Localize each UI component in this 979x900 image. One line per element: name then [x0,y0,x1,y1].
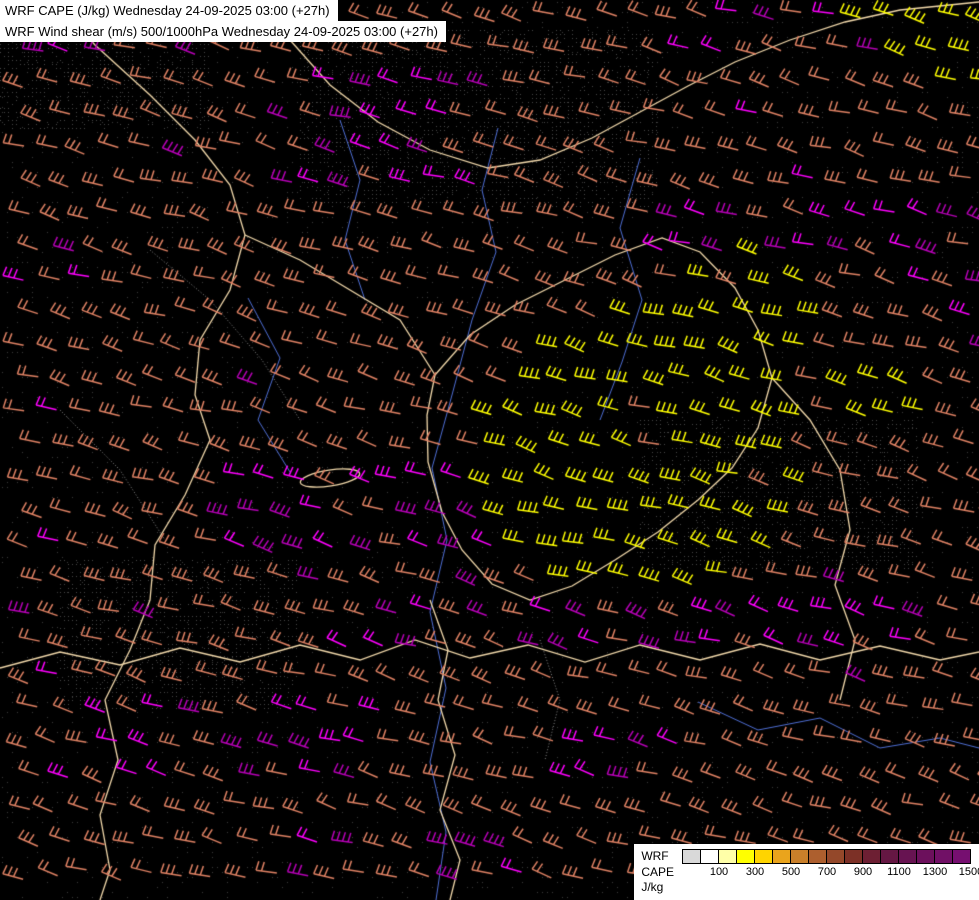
legend-tick-row: 100300500700900110013001500 [682,864,971,879]
legend-swatch [880,849,899,864]
legend-swatch [754,849,773,864]
legend-swatch [844,849,863,864]
legend-tick-label: 100 [710,866,728,878]
legend-swatch [952,849,971,864]
legend-swatch [682,849,701,864]
legend-swatch [790,849,809,864]
legend-swatch [916,849,935,864]
legend-swatch [700,849,719,864]
legend-scale: 100300500700900110013001500 [682,849,971,879]
legend-tick-label: 500 [782,866,800,878]
legend-swatch-row [682,849,971,864]
legend-units-label: J/kg [641,880,674,896]
legend-tick-label: 700 [818,866,836,878]
legend-model-label: WRF [641,849,674,865]
legend-swatch [736,849,755,864]
weather-map-canvas [0,0,979,900]
legend-swatch [826,849,845,864]
map-titles: WRF CAPE (J/kg) Wednesday 24-09-2025 03:… [0,0,446,42]
legend-swatch [718,849,737,864]
cape-legend: WRF CAPE J/kg 100 300 500 700 900 1100 1300 150… [634,844,979,900]
legend-tick-label: 300 [746,866,764,878]
legend-labels: WRF CAPE J/kg [641,849,674,896]
legend-swatch [934,849,953,864]
legend-tick-label: 1300 [923,866,947,878]
legend-param-label: CAPE [641,865,674,881]
legend-tick-label: 1100 [887,866,911,878]
legend-swatch [808,849,827,864]
legend-tick-label: 1500 [959,866,979,878]
legend-swatch [862,849,881,864]
legend-swatch [772,849,791,864]
header-title-shear: WRF Wind shear (m/s) 500/1000hPa Wednesd… [0,21,446,42]
legend-tick-label: 900 [854,866,872,878]
legend-swatch [898,849,917,864]
header-title-cape: WRF CAPE (J/kg) Wednesday 24-09-2025 03:… [0,0,338,21]
